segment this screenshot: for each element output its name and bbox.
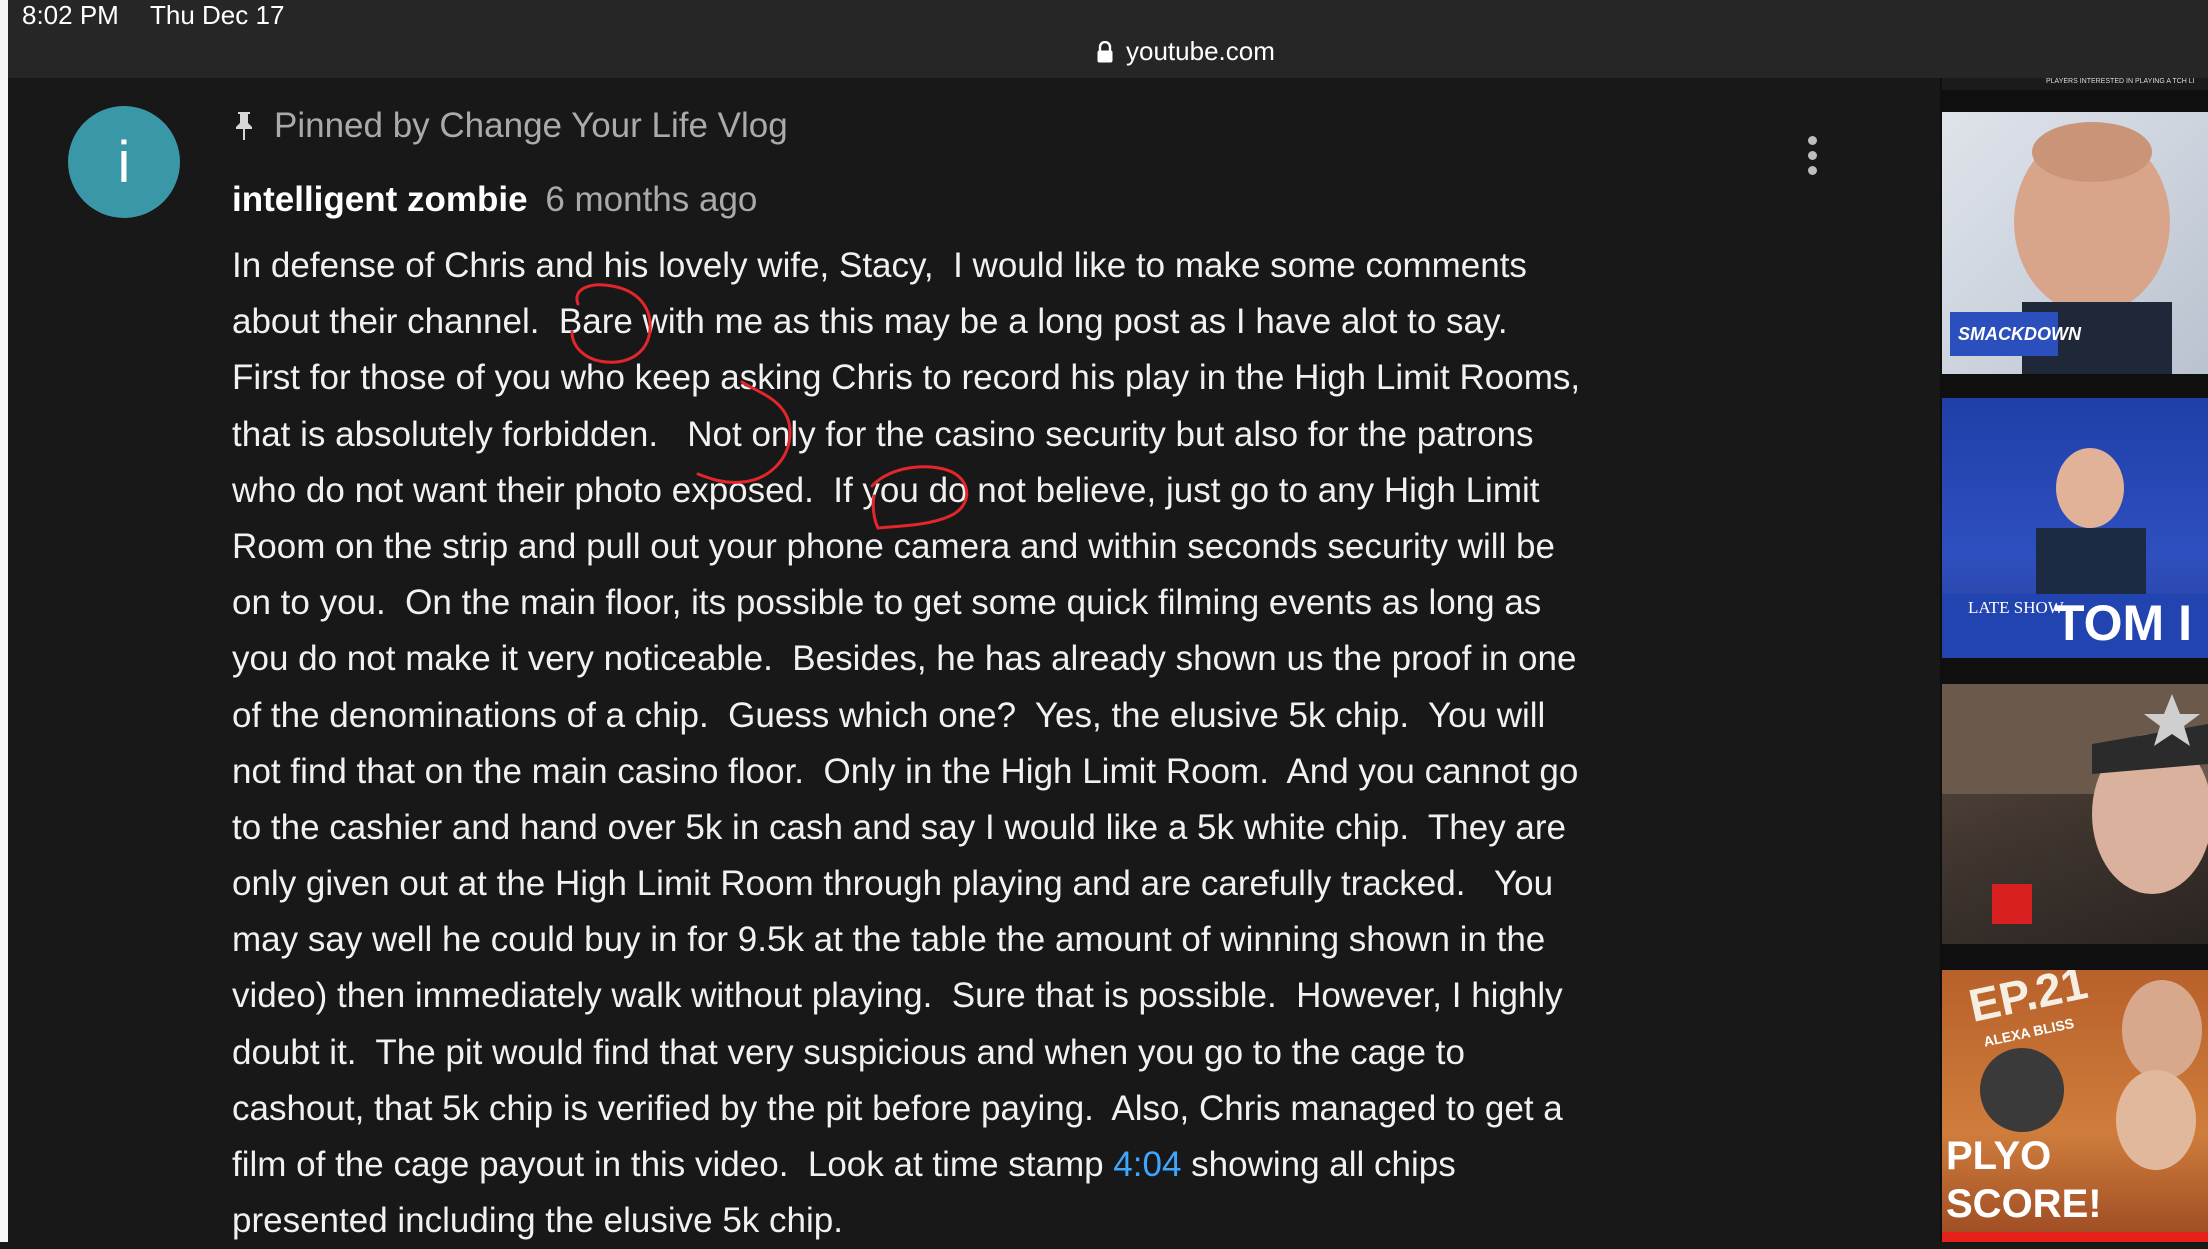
comment-line: who do not want their photo exposed. If … (232, 470, 1540, 510)
comment-line: on to you. On the main floor, its possib… (232, 583, 1542, 623)
left-edge-strip (0, 0, 8, 1242)
thumbnail-title-text: TOM I (2054, 595, 2192, 651)
comment-body: In defense of Chris and his lovely wife,… (232, 238, 1812, 1249)
avatar[interactable]: i (68, 106, 180, 218)
comment-text: showing all chips (1181, 1145, 1456, 1184)
comment-time[interactable]: 6 months ago (545, 180, 757, 219)
comment-line: cashout, that 5k chip is verified by the… (232, 1088, 1563, 1128)
show-logo: LATE SHOW (1968, 598, 2064, 617)
pinned-label: Pinned by Change Your Life Vlog (274, 106, 788, 145)
comment-text: film of the cage payout in this video. L… (232, 1145, 1114, 1184)
video-thumbnail[interactable] (1942, 684, 2208, 944)
comment-header: intelligent zombie 6 months ago (232, 180, 757, 220)
thumbnail-title-text: SCORE! (1946, 1182, 2102, 1226)
video-thumbnail[interactable]: LATE SHOW TOM I (1942, 398, 2208, 658)
comment-line: about their channel. Bare with me as thi… (232, 302, 1508, 342)
thumbnail-title-text: PLYO (1946, 1134, 2052, 1178)
watch-progress-bar (1942, 1232, 2208, 1242)
comment-line: Room on the strip and pull out your phon… (232, 526, 1555, 566)
thumbnail-image (1942, 684, 2208, 924)
comment-author[interactable]: intelligent zombie (232, 180, 528, 219)
comment-line: doubt it. The pit would find that very s… (232, 1032, 1465, 1072)
comment-line: of the denominations of a chip. Guess wh… (232, 695, 1546, 735)
lock-icon (1097, 40, 1113, 62)
thumbnail-logo-text: SMACKDOWN (1958, 324, 2081, 344)
url-text: youtube.com (1126, 36, 1275, 66)
pin-icon (236, 112, 252, 140)
video-thumbnail-partial[interactable]: PLAYERS INTERESTED IN PLAYING A TCH LI (1942, 78, 2208, 90)
comment-line: only given out at the High Limit Room th… (232, 864, 1554, 904)
comment-line: you do not make it very noticeable. Besi… (232, 639, 1577, 679)
video-thumbnail[interactable]: EP.21 ALEXA BLISS PLYO SCORE! (1942, 970, 2208, 1242)
avatar-letter: i (117, 129, 131, 195)
timestamp-link[interactable]: 4:04 (1113, 1145, 1181, 1184)
thumbnail-caption: PLAYERS INTERESTED IN PLAYING A TCH LI (2046, 78, 2195, 85)
comment-line: to the cashier and hand over 5k in cash … (232, 807, 1567, 847)
comment-line: In defense of Chris and his lovely wife,… (232, 246, 1527, 285)
comment-line: that is absolutely forbidden. Not only f… (232, 414, 1534, 454)
comment-line: may say well he could buy in for 9.5k at… (232, 920, 1546, 960)
comment-line: First for those of you who keep asking C… (232, 358, 1581, 398)
related-videos-sidebar: PLAYERS INTERESTED IN PLAYING A TCH LI S… (1940, 78, 2208, 1242)
status-bar: 8:02 PM Thu Dec 17 youtube.com (8, 0, 2208, 78)
more-options-icon[interactable] (1800, 136, 1824, 188)
comment-line: not find that on the main casino floor. … (232, 751, 1579, 791)
video-thumbnail[interactable]: SMACKDOWN (1942, 112, 2208, 374)
status-date: Thu Dec 17 (150, 0, 285, 30)
comment-line: presented including the elusive 5k chip. (232, 1201, 843, 1241)
pinned-indicator: Pinned by Change Your Life Vlog (232, 106, 788, 146)
comment-line-with-link: film of the cage payout in this video. L… (232, 1137, 1812, 1193)
address-bar[interactable]: youtube.com (1096, 36, 1275, 67)
comment-line: video) then immediately walk without pla… (232, 976, 1563, 1016)
status-time: 8:02 PM (22, 0, 119, 30)
